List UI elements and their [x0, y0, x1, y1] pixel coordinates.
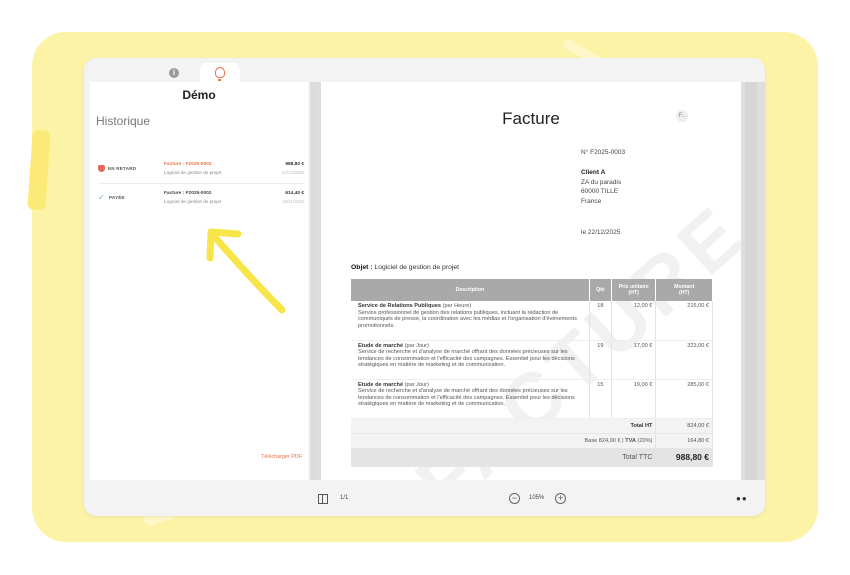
info-icon: i	[169, 67, 179, 78]
status-label: PAYÉE	[109, 195, 125, 200]
column-header: Montant (HT)	[655, 279, 713, 301]
column-header: Qté	[589, 279, 613, 301]
shield-alert-icon	[98, 165, 105, 172]
total-ttc-value: 988,80 €	[655, 448, 713, 467]
client-address-line: 60000 TILLE	[581, 188, 619, 195]
item-price: 19,00 €	[611, 379, 657, 419]
total-ht-value: 824,00 €	[655, 418, 713, 434]
zoom-level: 105%	[529, 495, 545, 501]
client-name: Client A	[581, 169, 606, 176]
sidebar-title: Démo	[182, 88, 216, 102]
table-row: Etude de marché (par Jour) Service de re…	[351, 379, 713, 419]
tab-info[interactable]: i	[154, 63, 194, 82]
pdf-viewer: FACTURE Facture F.. N° F2025-0003 Client…	[318, 82, 765, 480]
item-total: 216,00 €	[655, 301, 713, 341]
invoice-number: N° F2025-0003	[581, 149, 626, 156]
invoice-table: Description Qté Prix unitaire (HT) Montan…	[351, 279, 713, 467]
total-ttc-label: Total TTC	[351, 448, 657, 467]
more-options-icon[interactable]: ●●	[736, 494, 748, 503]
history-item[interactable]: EN RETARD Facture : F2025-0003 Logiciel …	[98, 160, 304, 184]
tab-suggestions[interactable]	[200, 63, 240, 82]
item-description: Service de Relations Publiques (par Heur…	[351, 301, 590, 341]
page-indicator: 1/1	[340, 495, 349, 501]
status-label: EN RETARD	[108, 166, 137, 171]
bottom-toolbar: 1/1 − 105% + ●●	[84, 482, 765, 516]
top-tab-bar: i	[84, 58, 765, 82]
invoice-name: Facture : F2025-0003	[164, 162, 212, 167]
invoice-subtitle: Logiciel de gestion de projet	[164, 199, 222, 204]
invoice-date: 22/12/2025	[282, 170, 304, 175]
table-row: Etude de marché (par Jour) Service de re…	[351, 340, 713, 380]
table-row: Service de Relations Publiques (par Heur…	[351, 301, 713, 341]
client-address: Client A ZA du paradis 60000 TILLE Franc…	[581, 168, 621, 206]
panel-resize-handle[interactable]	[310, 82, 318, 480]
table-header-row: Description Qté Prix unitaire (HT) Montan…	[351, 279, 713, 301]
lightbulb-icon	[215, 67, 225, 81]
total-ttc-row: Total TTC 988,80 €	[351, 448, 713, 467]
item-qty: 19	[589, 340, 613, 380]
history-heading: Historique	[96, 114, 151, 128]
app-window: i Démo Historique EN RETARD Facture : F2…	[84, 58, 765, 516]
vertical-scrollbar[interactable]	[745, 82, 757, 480]
zoom-in-icon[interactable]: +	[555, 493, 566, 504]
item-total: 323,00 €	[655, 340, 713, 380]
item-description: Etude de marché (par Jour) Service de re…	[351, 340, 590, 380]
company-logo: F..	[676, 110, 688, 122]
client-address-line: ZA du paradis	[581, 178, 622, 186]
item-price: 17,00 €	[611, 340, 657, 380]
subject-label: Objet :	[351, 264, 373, 271]
item-price: 12,00 €	[611, 301, 657, 341]
column-header: Prix unitaire (HT)	[611, 279, 657, 301]
item-qty: 15	[589, 379, 613, 419]
total-ht-label: Total HT	[351, 418, 657, 434]
arrow-icon	[206, 228, 286, 314]
subject-value: Logiciel de gestion de projet	[374, 264, 460, 271]
invoice-subject: Objet : Logiciel de gestion de projet	[351, 264, 459, 271]
invoice-name: Facture : F2025-0002	[164, 191, 212, 196]
invoice-page: FACTURE Facture F.. N° F2025-0003 Client…	[321, 82, 741, 480]
download-pdf-link[interactable]: Télécharger PDF	[261, 454, 302, 460]
status-badge: EN RETARD	[98, 165, 136, 172]
tva-value: 164,80 €	[655, 433, 713, 449]
invoice-subtitle: Logiciel de gestion de projet	[164, 170, 222, 175]
invoice-date: le 22/12/2025	[581, 229, 621, 236]
item-qty: 18	[589, 301, 613, 341]
tva-label: Base 824,00 € | TVA (20%)	[351, 433, 657, 449]
status-badge: ✓ PAYÉE	[98, 193, 125, 202]
history-item[interactable]: ✓ PAYÉE Facture : F2025-0002 Logiciel de…	[98, 189, 304, 213]
check-icon: ✓	[98, 193, 105, 202]
screenshot-stage: i Démo Historique EN RETARD Facture : F2…	[0, 0, 850, 575]
zoom-out-icon[interactable]: −	[509, 493, 520, 504]
invoice-date: 22/11/2025	[282, 199, 304, 204]
item-description: Etude de marché (par Jour) Service de re…	[351, 379, 590, 419]
invoice-amount: 988,80 €	[285, 162, 304, 167]
total-ht-row: Total HT 824,00 €	[351, 418, 713, 434]
item-total: 285,00 €	[655, 379, 713, 419]
sidebar-toggle-icon[interactable]	[318, 494, 328, 504]
client-address-line: France	[581, 197, 602, 205]
invoice-amount: 614,40 €	[285, 191, 304, 196]
divider	[98, 183, 304, 184]
tva-row: Base 824,00 € | TVA (20%) 164,80 €	[351, 433, 713, 449]
column-header: Description	[351, 279, 590, 301]
